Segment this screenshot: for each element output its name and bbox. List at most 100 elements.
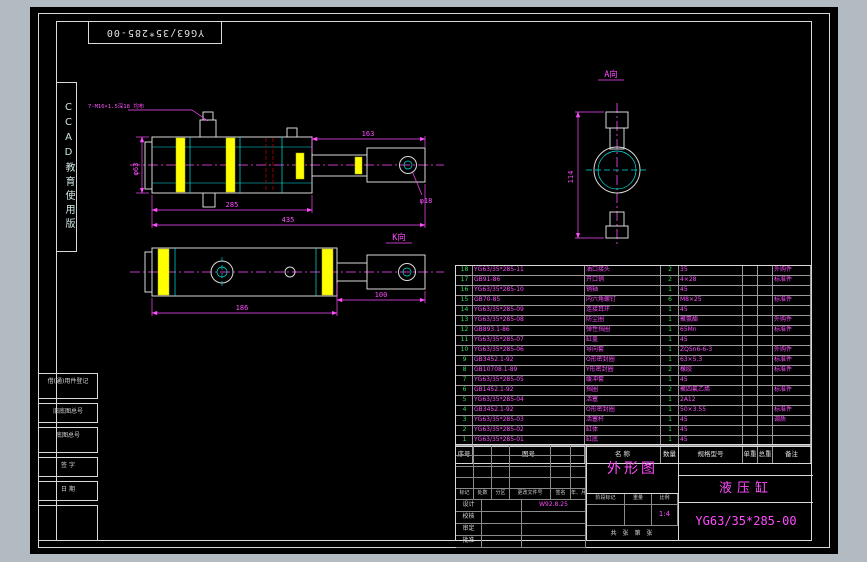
revision-cell [492,467,510,477]
stage-mark-value [587,505,625,525]
bom-row: 2 YG63/35*285-02 缸体 1 45 [456,426,811,436]
bom-cell-spec: 63×5.3 [679,356,743,365]
bom-cell-code: YG63/35*285-10 [473,286,585,295]
bom-cell-remark: 外购件 [773,266,811,275]
parts-list-table: 18 YG63/35*285-11 油口接头 2 35 外购件 17 GB91-86 开口销 2 4… [455,265,812,464]
bom-row: 3 YG63/35*285-03 活塞杆 1 45 调质 [456,416,811,426]
bom-cell-tw [758,386,773,395]
revision-row [456,467,586,478]
bom-row: 12 GB893.1-86 弹性挡圈 1 65Mn 标准件 [456,326,811,336]
revision-cell [510,445,551,455]
bom-row: 7 YG63/35*285-05 缓冲套 1 45 [456,376,811,386]
bom-cell-uw [743,356,758,365]
bom-cell-qty: 2 [661,276,679,285]
sig-header-mark: 标记 [456,489,474,499]
stage-header-row: 阶段标记 重量 比例 [587,494,678,505]
signature-date: W92.8.25 [522,500,586,511]
bom-cell-uw [743,296,758,305]
bom-cell-uw [743,426,758,435]
bom-cell-code: YG63/35*285-07 [473,336,585,345]
signature-role-label: 校核 [456,512,482,523]
bom-cell-uw [743,286,758,295]
bom-cell-uw [743,336,758,345]
bom-cell-qty: 1 [661,316,679,325]
revision-cell [551,445,571,455]
bom-cell-spec: 45 [679,416,743,425]
revision-cell [571,467,586,477]
scale-value: 1:4 [652,505,678,525]
revision-cell [510,456,551,466]
bom-cell-uw [743,416,758,425]
stage-header-mark: 阶段标记 [587,494,625,504]
bom-cell-spec: 2A12 [679,396,743,405]
signature-date [522,512,586,523]
revision-cell [571,478,586,488]
drawing-sheet: YG63/35*285-00 CCAD教育使用版 借(通)用件登记 旧底图总号 底图… [30,7,838,554]
bom-cell-qty: 1 [661,416,679,425]
bom-cell-code: YG63/35*285-06 [473,346,585,355]
revision-cell [474,456,492,466]
bom-cell-qty: 1 [661,396,679,405]
bom-cell-no: 6 [456,386,473,395]
bom-cell-name: Y形密封圈 [585,366,661,375]
bom-cell-name: 防尘圈 [585,316,661,325]
bom-cell-remark: 标准件 [773,406,811,415]
bom-cell-code: GB893.1-86 [473,326,585,335]
stage-header-scale: 比例 [652,494,678,504]
bom-cell-no: 5 [456,396,473,405]
bom-cell-no: 14 [456,306,473,315]
signature-date [522,524,586,535]
bom-cell-tw [758,336,773,345]
bom-cell-name: 活塞杆 [585,416,661,425]
bom-cell-qty: 2 [661,386,679,395]
signature-header-row: 标记 处数 分区 更改文件号 签名 年、月、日 [456,489,586,500]
signature-row: 校核 [456,512,586,524]
bom-cell-name: 活塞 [585,396,661,405]
revision-cell [456,478,474,488]
bom-cell-code: YG63/35*285-02 [473,426,585,435]
bom-cell-name: 缸体 [585,426,661,435]
bom-cell-remark [773,426,811,435]
sig-header-zone: 分区 [492,489,510,499]
drawing-title: 外形图 [587,445,678,494]
bom-cell-tw [758,306,773,315]
signature-cell [482,524,522,535]
bom-cell-code: YG63/35*285-09 [473,306,585,315]
bom-cell-name: 弹性挡圈 [585,326,661,335]
bom-cell-no: 17 [456,276,473,285]
sig-header-count: 处数 [474,489,492,499]
sig-header-sign: 签名 [551,489,571,499]
revision-cell [510,478,551,488]
bom-cell-remark: 标准件 [773,296,811,305]
bom-cell-no: 11 [456,336,473,345]
bom-cell-spec: 35 [679,266,743,275]
revision-cell [474,445,492,455]
bom-cell-uw [743,276,758,285]
stage-value-row: 1:4 [587,505,678,526]
sig-header-date: 年、月、日 [571,489,586,499]
bom-cell-qty: 1 [661,336,679,345]
signature-cell [482,536,522,547]
bom-cell-no: 9 [456,356,473,365]
bom-cell-code: YG63/35*285-03 [473,416,585,425]
bom-cell-no: 16 [456,286,473,295]
signature-role-label: 审定 [456,524,482,535]
bom-cell-tw [758,326,773,335]
bom-cell-no: 8 [456,366,473,375]
bom-cell-spec: 45 [679,376,743,385]
revision-cell [456,467,474,477]
bom-cell-spec: 50×3.55 [679,406,743,415]
signature-cell [482,500,522,511]
k-view-dim-lines [151,242,426,316]
bom-row: 9 GB3452.1-92 O形密封圈 1 63×5.3 标准件 [456,356,811,366]
bom-cell-spec: 45 [679,336,743,345]
dim-rod-length: 163 [362,130,375,138]
bom-cell-remark: 标准件 [773,276,811,285]
bom-cell-qty: 1 [661,406,679,415]
bom-row: 11 YG63/35*285-07 缸盖 1 45 [456,336,811,346]
main-view-dim-lines [128,109,426,228]
bom-cell-qty: 1 [661,326,679,335]
dim-bore: φ63 [132,163,140,176]
bom-cell-remark: 调质 [773,416,811,425]
bom-cell-tw [758,276,773,285]
